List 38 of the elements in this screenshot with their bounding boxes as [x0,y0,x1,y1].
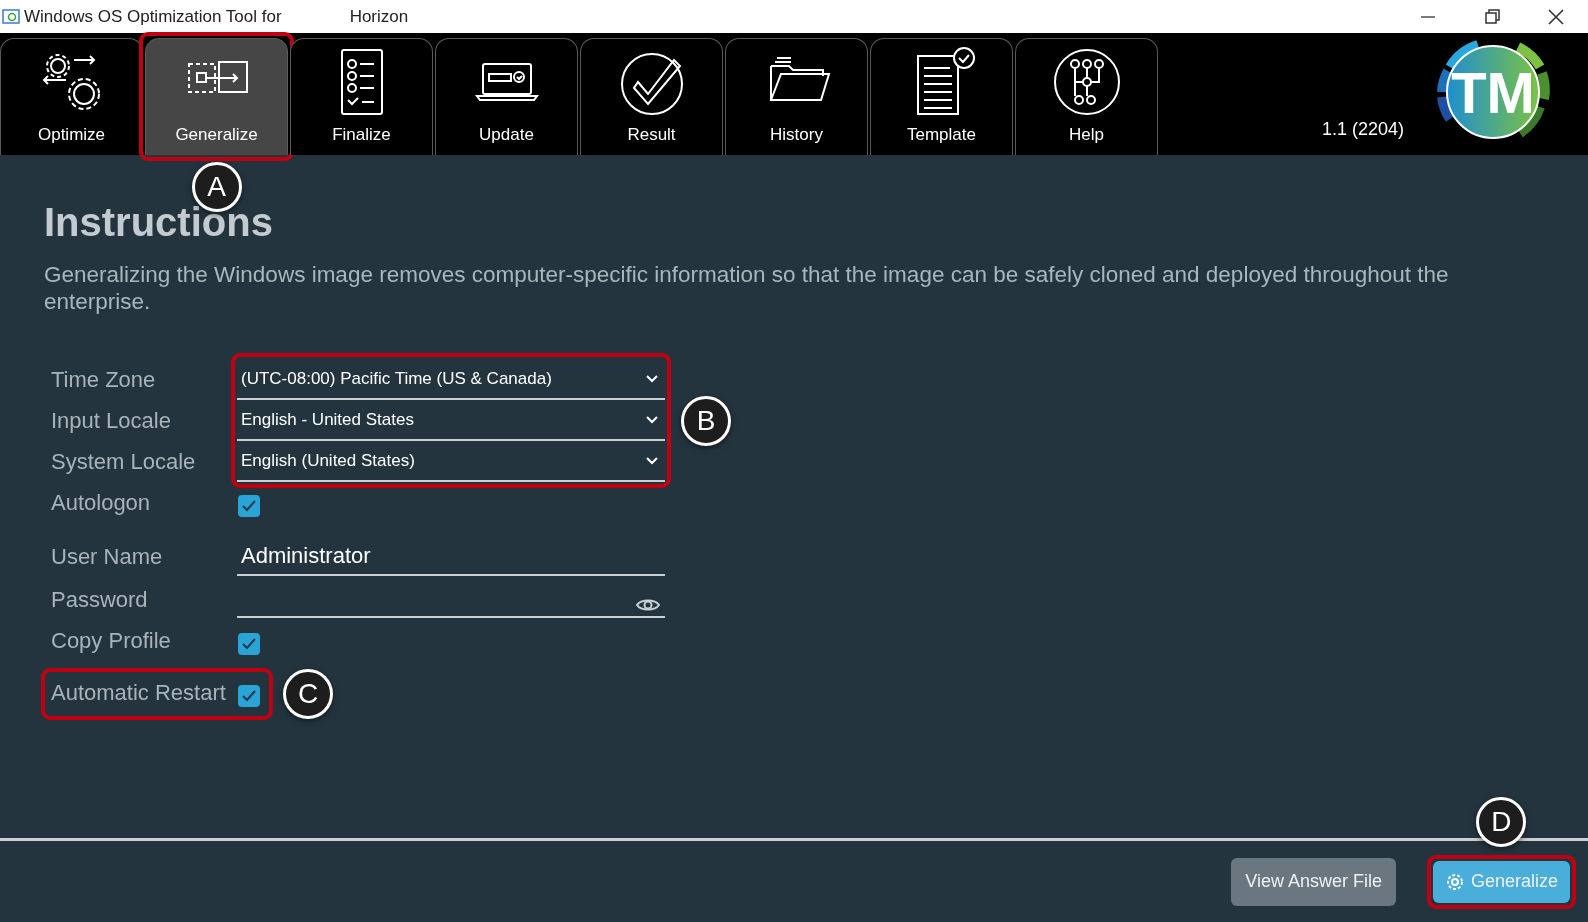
field-label: Time Zone [51,366,156,394]
checkbox[interactable] [238,495,260,517]
checkbox[interactable] [238,633,260,655]
close-icon [1548,8,1564,25]
dropdown[interactable]: English (United States) [237,441,665,482]
field-label: System Locale [51,448,196,476]
nav-tab[interactable]: Generalize [145,38,288,155]
nav-tab[interactable]: Finalize [290,38,433,155]
field-label: Autologon [51,489,151,517]
chevron-down-icon [645,373,659,384]
window-title: Windows OS Optimization Tool for [24,5,282,28]
callout-marker: D [1476,796,1527,847]
nav-tab[interactable]: History [725,38,868,155]
nav-tab[interactable]: Template [870,38,1013,155]
nav-tab[interactable]: Update [435,38,578,155]
nav-tab[interactable]: Help [1015,38,1158,155]
gear-icon [1444,871,1465,892]
field-label: Automatic Restart [51,679,226,707]
field-label: User Name [51,542,163,571]
field-label: Input Locale [51,407,171,435]
instructions-text: Generalizing the Windows image removes computer-specific information so that the image can be safely cloned and deployed throughout the enterprise. [44,261,1450,315]
dropdown[interactable]: English - United States [237,400,665,441]
dropdown[interactable]: (UTC-08:00) Pacific Time (US & Canada) [237,359,665,400]
window-title: Horizon [349,5,409,28]
chevron-down-icon [645,414,659,425]
callout-marker: C [283,669,333,719]
view-answer-file-button[interactable]: View Answer File [1231,857,1396,906]
nav-tab[interactable]: Result [580,38,723,155]
input-field[interactable]: Administrator [237,534,665,576]
callout-marker: B [681,395,731,446]
restore-icon [1484,9,1500,24]
field-label: Copy Profile [51,627,171,655]
minimize-icon [1421,15,1435,18]
version-label: 1.1 (2204) [1321,118,1404,141]
app-icon [2,7,20,26]
checkbox[interactable] [238,685,260,707]
chevron-down-icon [645,455,659,466]
field-label: Password [51,585,148,614]
